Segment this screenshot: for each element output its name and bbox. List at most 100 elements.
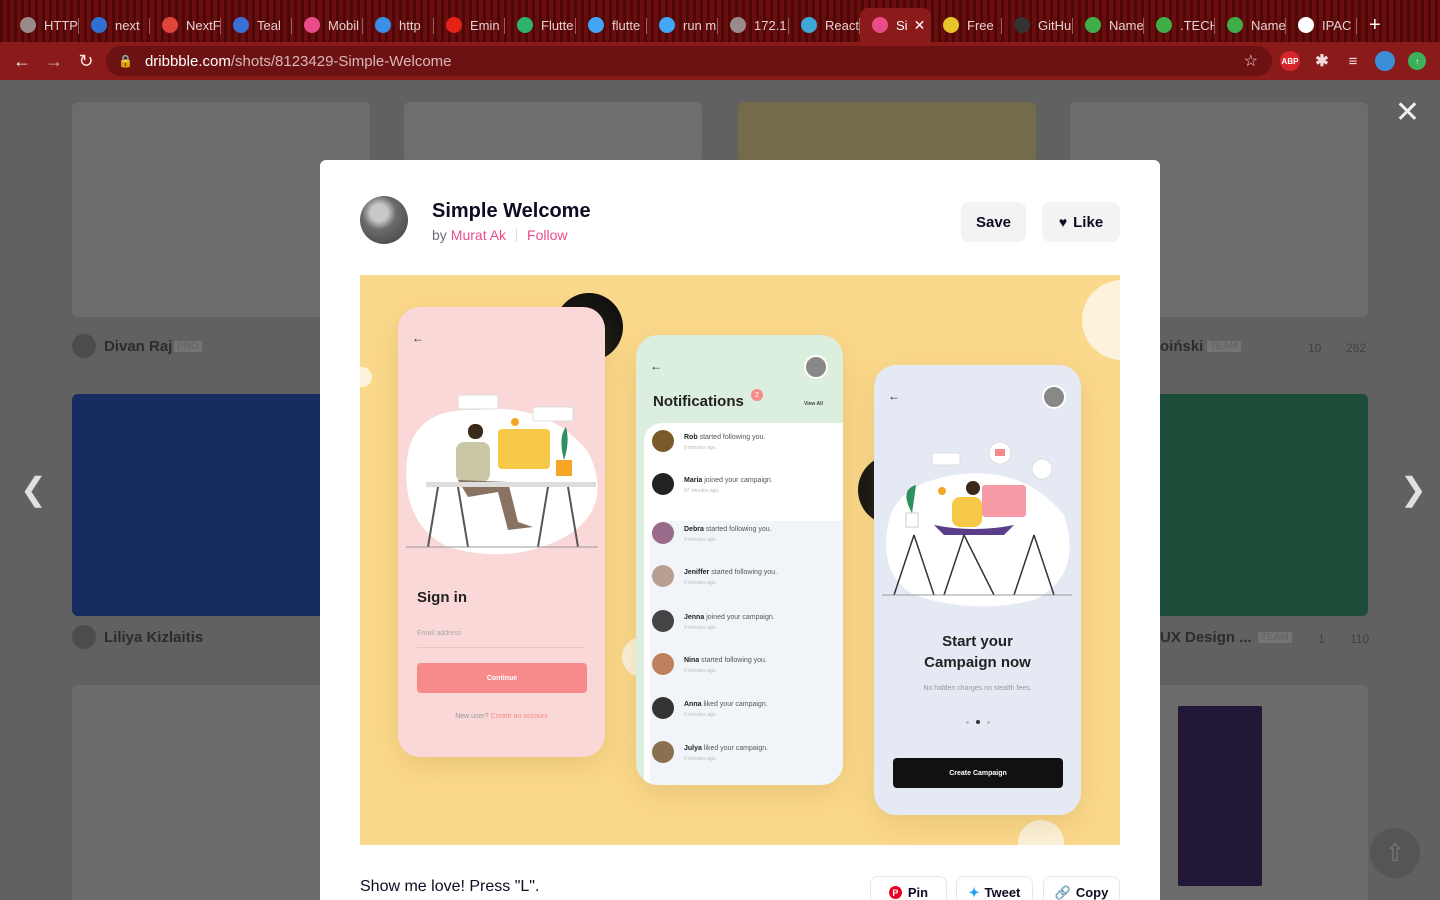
create-campaign-button: Create Campaign: [893, 758, 1063, 788]
notification-time: 9 minutes ago.: [684, 756, 717, 762]
teal-icon: [233, 17, 249, 33]
notification-message: started following you.: [705, 526, 772, 533]
dot: [987, 720, 990, 724]
notification-message: liked your campaign.: [703, 701, 768, 708]
signin-title: Sign in: [417, 589, 467, 606]
browser-tab[interactable]: Emin: [434, 8, 505, 42]
back-arrow-icon: ←: [888, 389, 900, 403]
tab-label: Name: [1251, 17, 1286, 33]
notification-avatar: [652, 565, 674, 587]
update-icon[interactable]: ↑: [1408, 52, 1426, 70]
like-button[interactable]: ♥ Like: [1042, 202, 1120, 242]
close-icon[interactable]: ✕: [1395, 98, 1420, 128]
notification-user: Debra: [684, 526, 704, 533]
notification-item: Anna liked your campaign. 9 minutes ago.: [636, 691, 816, 727]
tweet-label: Tweet: [984, 885, 1021, 900]
next-shot-chevron-icon[interactable]: ❯: [1400, 470, 1427, 508]
reload-icon[interactable]: ↻: [70, 51, 102, 72]
globe-icon: [730, 17, 746, 33]
notifications-phone: ← Notifications 2 View All Rob started f…: [636, 335, 843, 785]
tab-label: 172.1: [754, 17, 787, 33]
scroll-to-top-icon[interactable]: ⇧: [1370, 828, 1420, 878]
browser-tab[interactable]: Mobil: [292, 8, 363, 42]
link-icon: [375, 17, 391, 33]
back-arrow-icon: ←: [650, 359, 662, 373]
copy-link-button[interactable]: 🔗 Copy: [1043, 876, 1120, 900]
tab-label: NextF: [186, 17, 221, 33]
browser-tab[interactable]: 172.1: [718, 8, 789, 42]
like-label: Like: [1073, 213, 1104, 231]
tab-label: Si: [896, 17, 908, 33]
browser-tab[interactable]: .TECH: [1144, 8, 1215, 42]
browser-tab[interactable]: GitHu: [1002, 8, 1073, 42]
notification-time: 9 minutes ago.: [684, 445, 717, 451]
new-tab-button[interactable]: +: [1369, 8, 1381, 42]
author-link[interactable]: Murat Ak: [451, 227, 506, 243]
tab-label: next: [115, 17, 140, 33]
figma-icon: [162, 17, 178, 33]
extensions-icon[interactable]: ✱: [1312, 51, 1332, 71]
notification-user: Maria: [684, 477, 703, 484]
heart-icon: ♥: [1058, 214, 1068, 230]
tweet-button[interactable]: ✦ Tweet: [956, 876, 1033, 900]
browser-tab[interactable]: React: [789, 8, 860, 42]
tab-label: flutte: [612, 17, 641, 33]
forward-icon[interactable]: →: [38, 51, 70, 72]
url-path: /shots/8123429-Simple-Welcome: [230, 52, 452, 70]
new-user-label: New user?: [455, 713, 489, 720]
notification-avatar: [652, 610, 674, 632]
notification-avatar: [652, 473, 674, 495]
tab-label: Mobil: [328, 17, 360, 33]
continue-button: Continue: [417, 663, 587, 693]
save-label: Save: [975, 213, 1012, 231]
browser-tab[interactable]: http: [363, 8, 434, 42]
notification-text: Julya liked your campaign.: [684, 745, 768, 752]
browser-tab[interactable]: IPAC: [1286, 8, 1357, 42]
tab-label: Teal: [257, 17, 281, 33]
pin-button[interactable]: P Pin: [870, 876, 947, 900]
browser-tab[interactable]: HTTP: [8, 8, 79, 42]
follow-link[interactable]: Follow: [527, 227, 567, 243]
pin-label: Pin: [907, 885, 929, 900]
campaign-title-line2: Campaign now: [924, 654, 1031, 671]
browser-tab[interactable]: Teal: [221, 8, 292, 42]
notification-user: Julya: [684, 745, 702, 752]
previous-shot-chevron-icon[interactable]: ❮: [20, 470, 47, 508]
browser-tab[interactable]: run m: [647, 8, 718, 42]
browser-tab[interactable]: flutte: [576, 8, 647, 42]
browser-tab[interactable]: Name: [1215, 8, 1286, 42]
youtube-icon: [446, 17, 462, 33]
dot: [966, 720, 969, 724]
notification-message: started following you.: [699, 434, 766, 441]
author-avatar[interactable]: [360, 196, 408, 244]
nextjs-icon: [91, 17, 107, 33]
desk-illustration: [406, 394, 598, 555]
browser-tab[interactable]: NextF: [150, 8, 221, 42]
divider: [516, 228, 518, 242]
close-tab-icon[interactable]: ✕: [914, 17, 926, 34]
browser-tab[interactable]: Free: [931, 8, 1002, 42]
profile-avatar-icon[interactable]: [1375, 51, 1395, 71]
adblock-icon[interactable]: ABP: [1280, 51, 1300, 71]
browser-tab[interactable]: Name: [1073, 8, 1144, 42]
notification-text: Nina started following you.: [684, 657, 767, 664]
shot-modal: Simple Welcome by Murat Ak Follow Save ♥…: [320, 160, 1160, 900]
browser-tab[interactable]: Flutte: [505, 8, 576, 42]
reading-list-icon[interactable]: ≡: [1343, 51, 1363, 71]
notification-time: 9 minutes ago.: [684, 668, 717, 674]
browser-tab[interactable]: Si ✕: [860, 8, 931, 42]
notification-avatar: [652, 653, 674, 675]
notification-text: Jeniffer started following you.: [684, 569, 777, 576]
address-bar[interactable]: 🔒 dribbble.com/shots/8123429-Simple-Welc…: [106, 46, 1272, 76]
save-button[interactable]: Save: [961, 202, 1026, 242]
back-icon[interactable]: ←: [6, 51, 38, 72]
bookmark-star-icon[interactable]: ☆: [1244, 51, 1258, 71]
notification-message: started following you.: [711, 569, 778, 576]
browser-tab[interactable]: next: [79, 8, 150, 42]
notification-avatar: [652, 697, 674, 719]
notification-avatar: [652, 522, 674, 544]
shot-image[interactable]: ← Sign in Email address Continue New use…: [360, 275, 1120, 845]
notification-user: Jeniffer: [684, 569, 710, 576]
by-label: by: [432, 227, 447, 243]
lock-icon: 🔒: [118, 54, 133, 68]
